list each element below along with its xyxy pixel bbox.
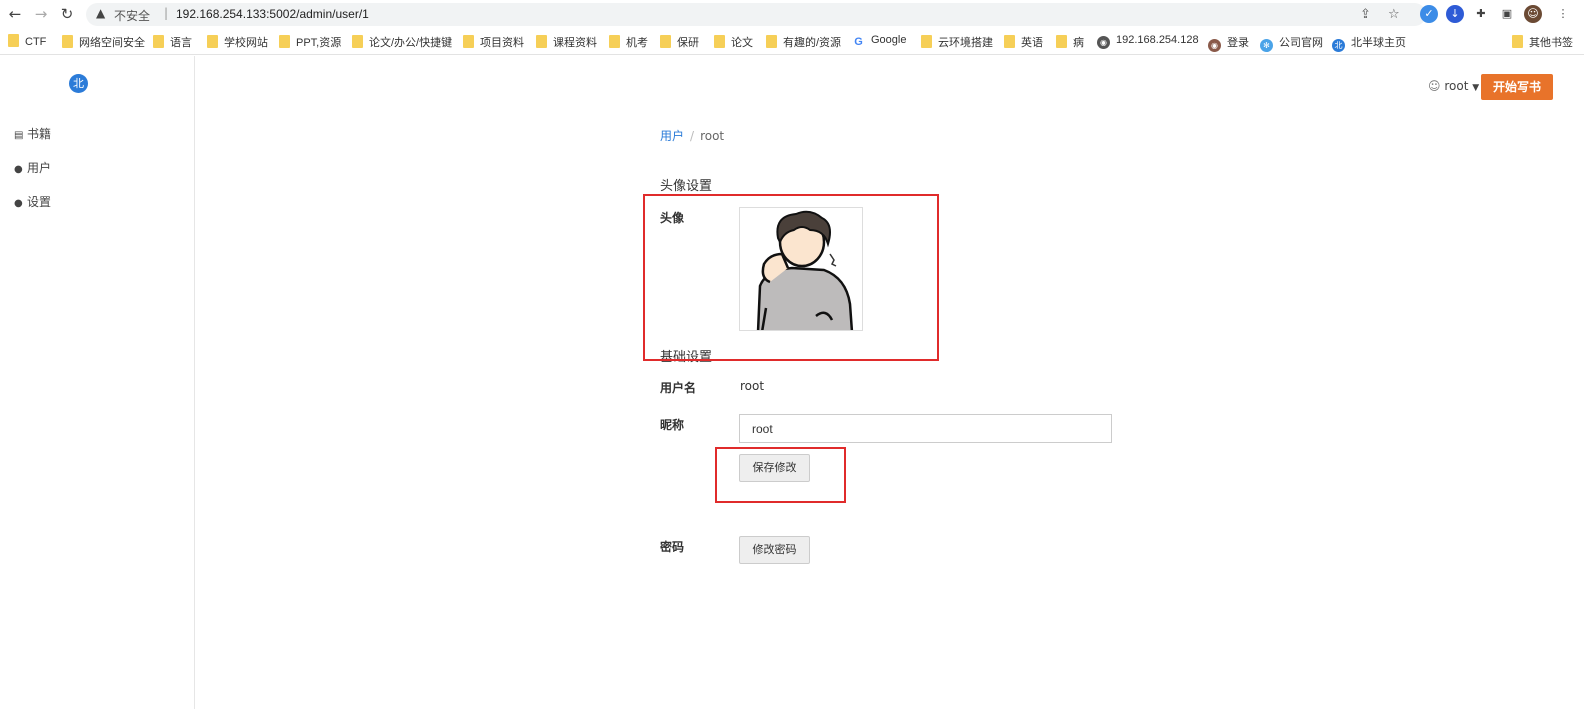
password-label: 密码	[660, 540, 685, 554]
start-writing-button[interactable]: 开始写书	[1481, 74, 1553, 100]
bookmark-item[interactable]: 英语	[1004, 34, 1043, 50]
bookmark-item[interactable]: 病	[1056, 34, 1084, 50]
book-icon: ▤	[14, 130, 24, 141]
user-avatar-icon: ☺	[1428, 79, 1441, 93]
user-icon: ●	[14, 198, 23, 209]
extension-icon[interactable]: ✓	[1420, 5, 1438, 23]
user-menu[interactable]: ☺ root ▼	[1428, 79, 1479, 93]
bookmark-item[interactable]: ◉ 192.168.254.128	[1097, 34, 1199, 49]
bookmark-item[interactable]: ◉ 登录	[1208, 34, 1249, 52]
folder-icon	[1056, 35, 1067, 48]
bookmark-item[interactable]: ✻ 公司官网	[1260, 34, 1323, 52]
folder-icon	[463, 35, 474, 48]
sidebar-item-label: 用户	[27, 161, 52, 175]
sidebar-item-label: 设置	[27, 195, 52, 209]
bookmark-item[interactable]: G Google	[852, 34, 906, 49]
folder-icon	[536, 35, 547, 48]
folder-icon	[1512, 35, 1523, 48]
folder-icon	[609, 35, 620, 48]
bookmark-item[interactable]: 网络空间安全	[62, 34, 145, 50]
user-icon: ●	[14, 164, 23, 175]
breadcrumb-current: root	[700, 129, 725, 143]
download-icon[interactable]: ↓	[1446, 5, 1464, 23]
breadcrumb-separator: /	[690, 129, 695, 143]
folder-icon	[207, 35, 218, 48]
bookmark-item[interactable]: 论文/办公/快捷键	[352, 34, 452, 50]
sidebar-item-books[interactable]: ▤ 书籍	[14, 125, 51, 142]
folder-icon	[279, 35, 290, 48]
bookmark-item[interactable]: 项目资料	[463, 34, 524, 50]
bookmark-item[interactable]: 学校网站	[207, 34, 268, 50]
avatar-section-title: 头像设置	[660, 179, 713, 194]
username-label: 用户名	[660, 381, 697, 395]
bookmark-item[interactable]: 语言	[153, 34, 192, 50]
caret-down-icon: ▼	[1472, 83, 1480, 93]
save-button-highlight-box	[715, 447, 846, 503]
folder-icon	[714, 35, 725, 48]
folder-icon	[153, 35, 164, 48]
breadcrumb-users-link[interactable]: 用户	[660, 129, 684, 143]
breadcrumb: 用户 / root	[660, 127, 724, 144]
menu-icon[interactable]: ⋮	[1554, 5, 1572, 23]
bookmark-item[interactable]: 云环境搭建	[921, 34, 993, 50]
folder-icon	[660, 35, 671, 48]
sidebar-item-settings[interactable]: ● 设置	[14, 193, 51, 210]
google-icon: G	[852, 36, 865, 49]
star-icon[interactable]: ☆	[1388, 7, 1400, 22]
site-logo[interactable]: 北	[69, 74, 88, 93]
folder-icon	[62, 35, 73, 48]
back-icon[interactable]: ←	[6, 5, 24, 23]
bookmark-item[interactable]: 保研	[660, 34, 699, 50]
bookmark-item[interactable]: 机考	[609, 34, 648, 50]
folder-icon	[352, 35, 363, 48]
bookmark-item[interactable]: PPT,资源	[279, 34, 341, 50]
warning-icon: ▲	[96, 6, 106, 20]
nickname-label: 昵称	[660, 418, 685, 432]
address-bar[interactable]: ▲ 不安全 | 192.168.254.133:5002/admin/user/…	[86, 3, 1426, 26]
username-value: root	[740, 379, 765, 393]
bookmark-item[interactable]: 其他书签	[1512, 34, 1573, 50]
bookmark-item[interactable]: 北北半球主页	[1332, 34, 1406, 52]
globe-icon: ◉	[1097, 36, 1110, 49]
folder-icon	[921, 35, 932, 48]
reload-icon[interactable]: ↻	[58, 5, 76, 23]
sidebar-item-users[interactable]: ● 用户	[14, 159, 51, 176]
sidebar: 北 ▤ 书籍 ● 用户 ● 设置	[0, 56, 195, 709]
folder-icon	[766, 35, 777, 48]
bookmarks-bar: CTF 网络空间安全 语言 学校网站 PPT,资源 论文/办公/快捷键 项目资料…	[0, 28, 1584, 55]
browser-toolbar: ← → ↻ ▲ 不安全 | 192.168.254.133:5002/admin…	[0, 0, 1584, 28]
url-text[interactable]: 192.168.254.133:5002/admin/user/1	[176, 7, 369, 21]
bookmark-item[interactable]: 论文	[714, 34, 753, 50]
bookmark-item[interactable]: CTF	[8, 34, 46, 48]
bookmark-item[interactable]: 有趣的/资源	[766, 34, 841, 50]
login-site-icon: ◉	[1208, 39, 1221, 52]
share-icon[interactable]: ⇪	[1360, 7, 1371, 22]
profile-avatar[interactable]: ☺	[1524, 5, 1542, 23]
divider: |	[164, 6, 169, 20]
puzzle-icon[interactable]: ✚	[1472, 5, 1490, 23]
folder-icon	[8, 34, 19, 47]
security-label: 不安全	[114, 9, 151, 23]
change-password-button[interactable]: 修改密码	[739, 536, 810, 564]
avatar-highlight-box	[643, 194, 939, 361]
folder-icon	[1004, 35, 1015, 48]
snowflake-icon: ✻	[1260, 39, 1273, 52]
sidebar-item-label: 书籍	[27, 127, 52, 141]
forward-icon[interactable]: →	[32, 5, 50, 23]
bookmark-item[interactable]: 课程资料	[536, 34, 597, 50]
site-logo-icon: 北	[1332, 39, 1345, 52]
username: root	[1444, 79, 1469, 93]
sidepanel-icon[interactable]: ▣	[1498, 5, 1516, 23]
nickname-input[interactable]	[739, 414, 1112, 443]
